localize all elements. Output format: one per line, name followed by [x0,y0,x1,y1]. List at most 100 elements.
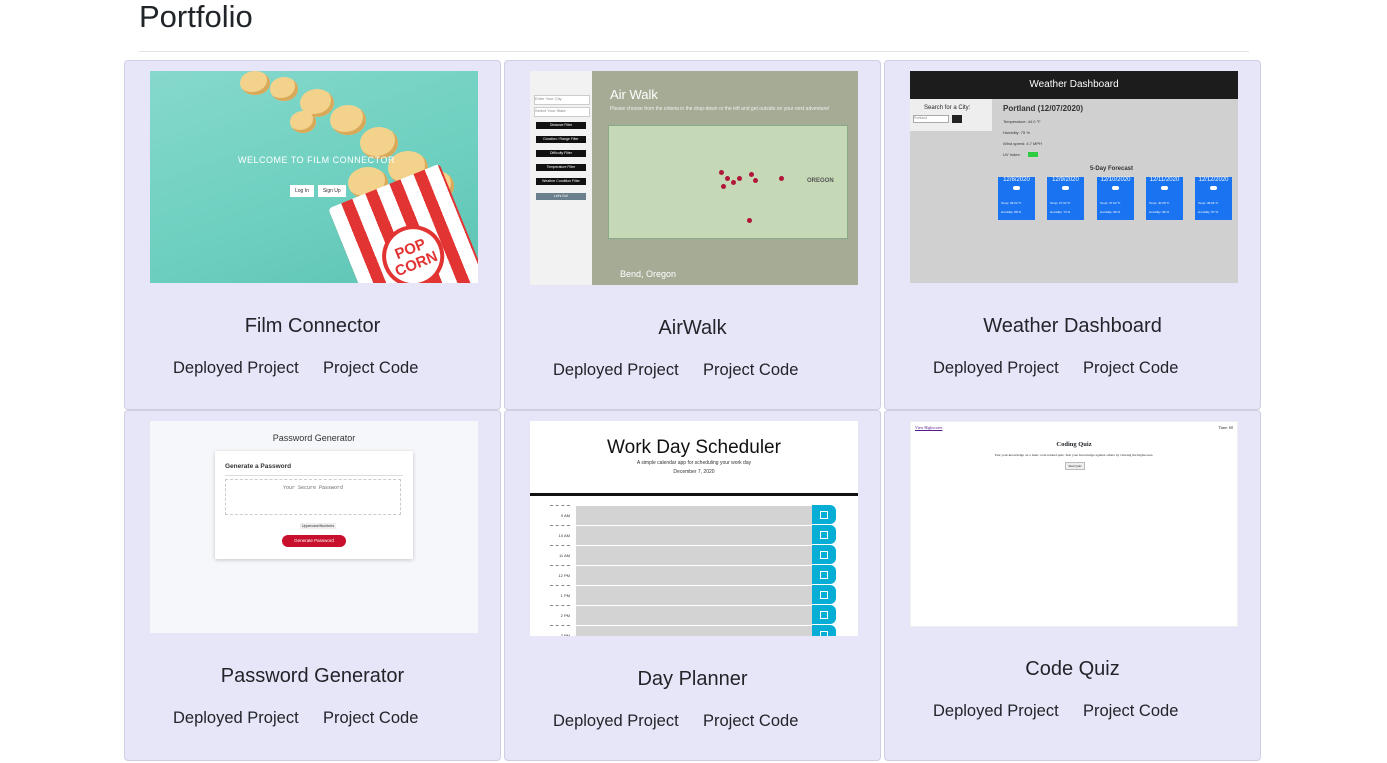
forecast-humidity: Humidity: 88 % [1001,210,1022,214]
project-title: AirWalk [658,317,727,339]
planner-row: 11 AM [530,545,858,565]
quiz-timer: Time: 60 [1218,425,1233,430]
film-auth-buttons: Log In Sign Up [290,185,346,197]
forecast-title: 5-Day Forecast [1090,166,1134,172]
project-card-password-generator: Password Generator Generate a Password Y… [124,410,501,761]
weather-city: Portland (12/07/2020) [1003,104,1084,113]
project-title: Day Planner [637,668,748,690]
deployed-project-link[interactable]: Deployed Project [933,702,1059,721]
deployed-project-link[interactable]: Deployed Project [553,712,679,731]
project-thumbnail-film-connector[interactable]: POP CORN WELCOME TO FILM CONNECTOR Log I… [150,71,478,283]
airwalk-location: Bend, Oregon [620,269,677,279]
map-pin-icon [779,176,784,181]
weather-wind: Wind speed: 4.7 MPH [1003,141,1042,146]
forecast-day: 12/9/2020 Temp: 37.04 °F Humidity: 74 % [1047,177,1084,220]
popcorn-logo: POP CORN [372,215,454,283]
project-code-link[interactable]: Project Code [703,361,798,380]
cloud-icon [1013,186,1020,190]
project-code-link[interactable]: Project Code [1083,359,1178,378]
forecast-date: 12/12/2020 [1198,177,1229,183]
project-code-link[interactable]: Project Code [323,709,418,728]
popcorn-shape [270,77,298,101]
cloud-icon [1112,186,1119,190]
project-thumbnail-password-generator[interactable]: Password Generator Generate a Password Y… [150,421,478,633]
airwalk-map: OREGON [608,125,848,239]
project-code-link[interactable]: Project Code [323,359,418,378]
generate-password-button: Generate Password [282,535,346,547]
forecast-humidity: Humidity: 89 % [1100,210,1121,214]
forecast-date: 12/9/2020 [1052,177,1079,183]
forecast-day: 12/10/2020 Temp: 37.62 °F Humidity: 89 % [1097,177,1134,220]
planner-slot [576,585,812,605]
map-pin-icon [753,178,758,183]
password-divider [225,475,403,476]
planner-row: 2 PM [530,605,858,625]
project-card-day-planner: Work Day Scheduler A simple calendar app… [504,410,881,761]
planner-row: 12 PM [530,565,858,585]
forecast-date: 12/10/2020 [1100,177,1131,183]
map-pin-icon [719,170,724,175]
planner-slot [576,525,812,545]
project-title: Film Connector [244,315,381,337]
film-signup-button: Sign Up [317,185,346,197]
planner-header: Work Day Scheduler [607,437,781,458]
planner-hour: 11 AM [550,545,570,565]
planner-slot [576,625,812,636]
project-thumbnail-airwalk[interactable]: Enter Your City Select Your State Distan… [530,71,858,285]
planner-hour: 2 PM [550,605,570,625]
project-code-link[interactable]: Project Code [1083,702,1178,721]
map-pin-icon [725,176,730,181]
forecast-day: 12/8/2020 Temp: 39.52 °F Humidity: 88 % [998,177,1035,220]
cloud-icon [1161,186,1168,190]
save-icon [812,525,836,544]
forecast-date: 12/8/2020 [1003,177,1030,183]
planner-hour: 3 PM [550,625,570,636]
planner-row: 10 AM [530,525,858,545]
forecast-temp: Temp: 37.04 °F [1050,201,1071,205]
quiz-highscores-link: View Highscores [915,425,943,430]
airwalk-filter: Distance Filter [536,122,586,129]
deployed-project-link[interactable]: Deployed Project [173,359,299,378]
planner-slot [576,605,812,625]
quiz-description: Test your knowledge on a basic code rela… [994,453,1154,457]
forecast-temp: Temp: 40.28 °F [1149,201,1170,205]
project-card-weather-dashboard: Weather Dashboard Search for a City: Por… [884,60,1261,410]
password-card-title: Generate a Password [225,463,292,470]
map-pin-icon [731,180,736,185]
airwalk-filter: Temperature Filter [536,164,586,171]
planner-row: 9 AM [530,505,858,525]
weather-search-label: Search for a City: [924,105,971,111]
forecast-date: 12/11/2020 [1149,177,1180,183]
project-thumbnail-code-quiz[interactable]: View Highscores Time: 60 Coding Quiz Tes… [910,421,1238,627]
portfolio-grid: POP CORN WELCOME TO FILM CONNECTOR Log I… [0,0,1387,763]
deployed-project-link[interactable]: Deployed Project [933,359,1059,378]
project-thumbnail-weather-dashboard[interactable]: Weather Dashboard Search for a City: Por… [910,71,1238,283]
save-icon [812,625,836,636]
forecast-day: 12/11/2020 Temp: 40.28 °F Humidity: 89 % [1146,177,1183,220]
project-thumbnail-day-planner[interactable]: Work Day Scheduler A simple calendar app… [530,421,858,636]
project-card-code-quiz: View Highscores Time: 60 Coding Quiz Tes… [884,410,1261,761]
forecast-humidity: Humidity: 87 % [1198,210,1219,214]
project-card-airwalk: Enter Your City Select Your State Distan… [504,60,881,410]
deployed-project-link[interactable]: Deployed Project [173,709,299,728]
airwalk-logo: Air Walk [610,87,658,102]
project-title: Code Quiz [1025,658,1120,680]
planner-subtitle: A simple calendar app for scheduling you… [636,460,752,466]
project-code-link[interactable]: Project Code [703,712,798,731]
deployed-project-link[interactable]: Deployed Project [553,361,679,380]
map-pin-icon [737,176,742,181]
forecast-temp: Temp: 38.06 °F [1198,201,1219,205]
forecast-humidity: Humidity: 89 % [1149,210,1170,214]
airwalk-subtitle: Please choose from the criteria in the d… [610,106,830,112]
cloud-icon [1210,186,1217,190]
save-icon [812,585,836,604]
forecast-temp: Temp: 37.62 °F [1100,201,1121,205]
weather-temperature: Temperature: 44.0 °F [1003,119,1041,124]
password-header: Password Generator [272,433,356,443]
planner-row: 3 PM [530,625,858,636]
airwalk-state-field: Select Your State [534,107,590,117]
weather-search-field: Portland [913,115,949,123]
quiz-header: Coding Quiz [1056,441,1092,448]
project-title: Weather Dashboard [983,315,1162,337]
planner-slot [576,505,812,525]
